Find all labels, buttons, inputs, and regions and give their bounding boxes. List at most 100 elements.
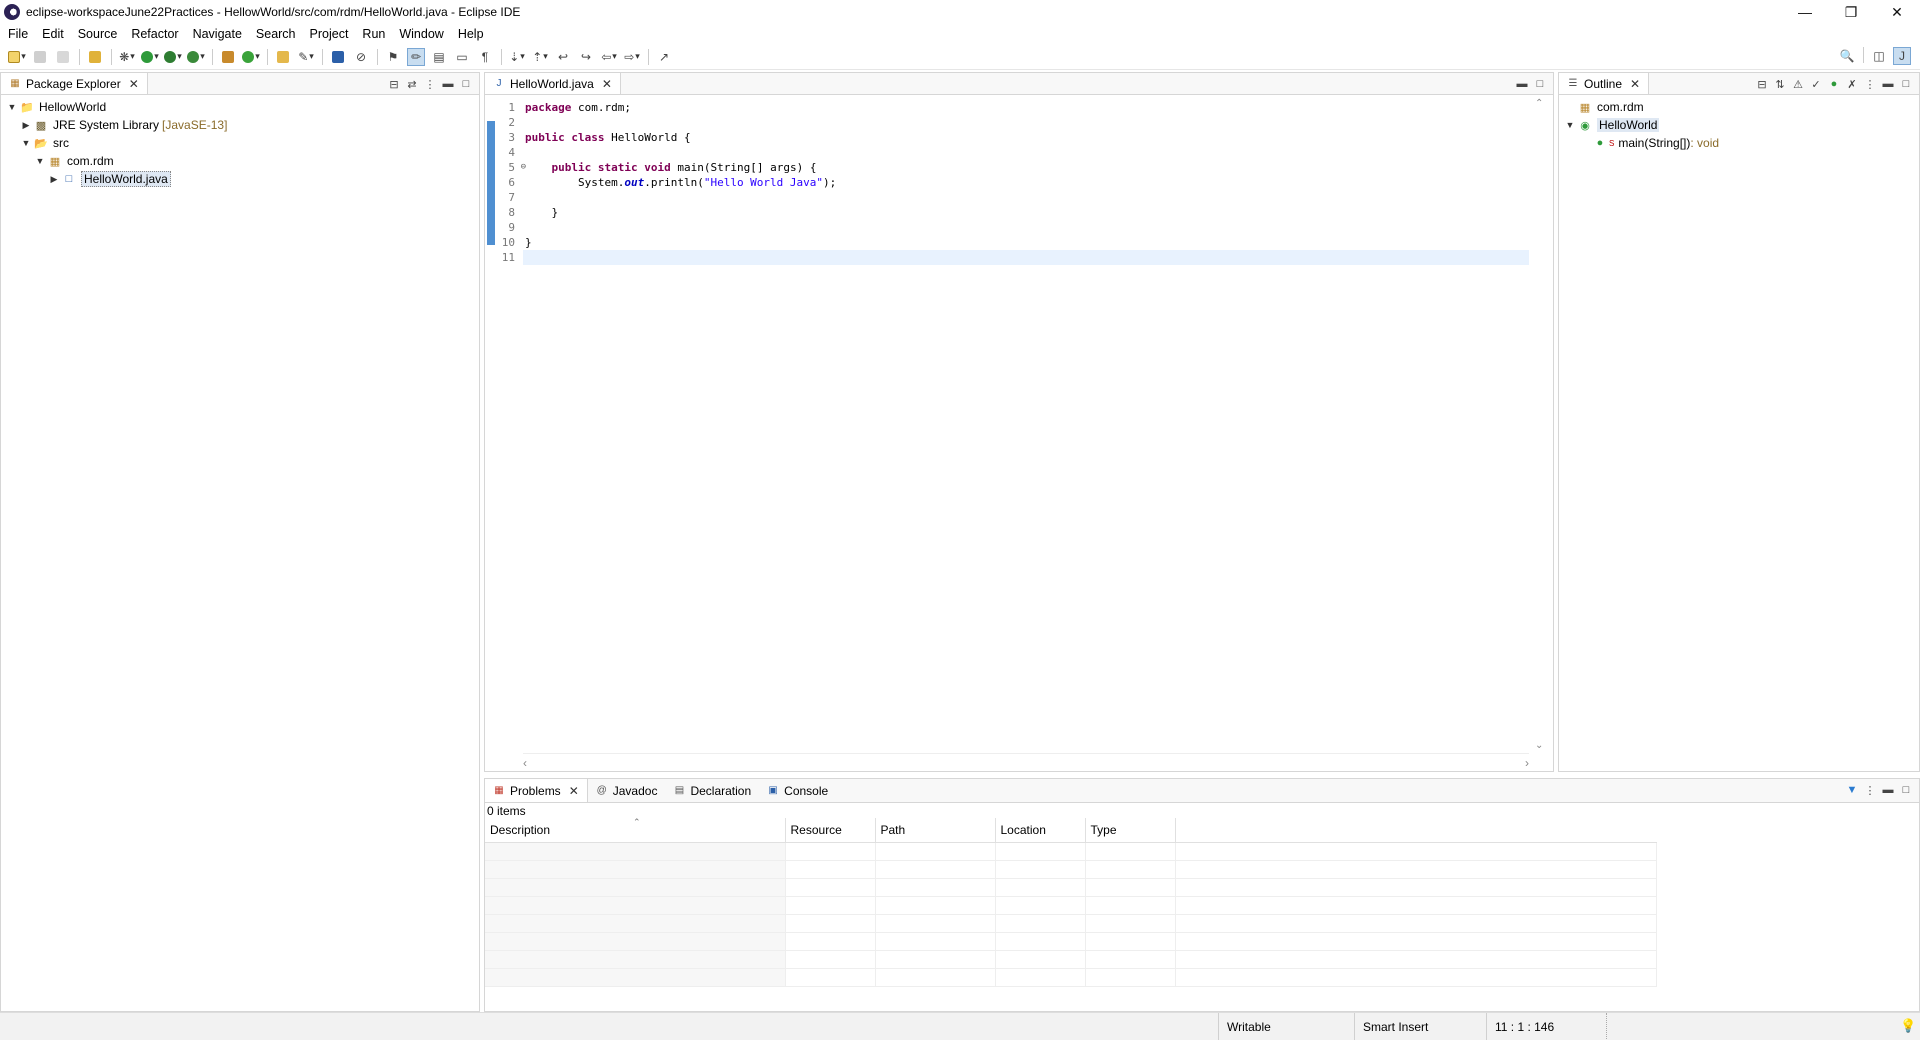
run-icon[interactable] (141, 48, 159, 66)
open-perspective-icon[interactable]: ◫ (1870, 47, 1888, 65)
tree-item-project[interactable]: ▼ 📁 HellowWorld (5, 98, 479, 116)
scroll-left-icon[interactable]: ‹ (523, 756, 527, 770)
menu-navigate[interactable]: Navigate (193, 27, 242, 41)
new-java-class-icon[interactable] (242, 48, 260, 66)
outline-item-class[interactable]: ▼ ◉ HelloWorld (1563, 116, 1919, 134)
hide-fields-icon[interactable]: ⚠ (1789, 76, 1807, 92)
chevron-down-icon[interactable]: ▼ (1563, 120, 1577, 130)
status-insert-mode[interactable]: Smart Insert (1354, 1013, 1486, 1040)
search-icon[interactable]: 🔍 (1838, 47, 1856, 65)
column-location[interactable]: Location (995, 818, 1086, 843)
column-path[interactable]: Path (875, 818, 996, 843)
menu-search[interactable]: Search (256, 27, 296, 41)
chevron-right-icon[interactable]: ▶ (19, 120, 33, 131)
horizontal-scrollbar[interactable]: ‹ › (523, 753, 1529, 771)
close-icon[interactable]: ✕ (1630, 77, 1640, 91)
external-tools-icon[interactable] (187, 48, 205, 66)
view-menu-icon[interactable]: ⋮ (421, 76, 439, 92)
minimize-view-icon[interactable]: ▬ (1879, 782, 1897, 798)
pin-editor-icon[interactable]: ↗ (655, 48, 673, 66)
column-type[interactable]: Type (1085, 818, 1176, 843)
code-editor[interactable]: 1 2 3 4 5 ⊖ 6 7 8 9 10 11 package com.rdm… (485, 96, 1529, 753)
tree-item-file[interactable]: ▶ □ HelloWorld.java (5, 170, 479, 188)
sort-icon[interactable]: ⇅ (1771, 76, 1789, 92)
mark-occurrences-icon[interactable]: ✏ (407, 47, 425, 66)
coverage-icon[interactable] (164, 48, 182, 66)
maximize-view-icon[interactable]: □ (1531, 76, 1549, 92)
collapse-all-icon[interactable]: ⊟ (1753, 76, 1771, 92)
close-icon[interactable]: ✕ (602, 77, 612, 91)
open-type-icon[interactable] (86, 48, 104, 66)
menu-help[interactable]: Help (458, 27, 484, 41)
restore-button[interactable]: ❐ (1828, 0, 1874, 24)
tab-declaration[interactable]: ▤ Declaration (665, 779, 759, 802)
tab-console[interactable]: ▣ Console (759, 779, 836, 802)
minimize-view-icon[interactable]: ▬ (439, 76, 457, 92)
debug-icon[interactable]: ❋ (118, 48, 136, 66)
outline-item-method[interactable]: ● S main(String[]) : void (1563, 134, 1919, 152)
maximize-view-icon[interactable]: □ (1897, 782, 1915, 798)
close-window-button[interactable]: ✕ (1874, 0, 1920, 24)
menu-project[interactable]: Project (310, 27, 349, 41)
open-folder-icon[interactable] (274, 48, 292, 66)
minimize-button[interactable]: — (1782, 0, 1828, 24)
back-icon[interactable]: ⇦ (600, 48, 618, 66)
minimize-view-icon[interactable]: ▬ (1513, 76, 1531, 92)
vertical-scrollbar[interactable]: ⌃ ⌄ (1529, 96, 1553, 753)
tip-lightbulb-icon[interactable]: 💡 (1900, 1018, 1916, 1034)
tree-item-package[interactable]: ▼ ▦ com.rdm (5, 152, 479, 170)
menu-refactor[interactable]: Refactor (131, 27, 178, 41)
maximize-view-icon[interactable]: □ (457, 76, 475, 92)
menu-window[interactable]: Window (399, 27, 443, 41)
previous-annotation-icon[interactable]: ⇡ (531, 48, 549, 66)
save-icon[interactable] (31, 48, 49, 66)
save-all-icon[interactable] (54, 48, 72, 66)
link-with-editor-icon[interactable]: ⇄ (403, 76, 421, 92)
minimize-view-icon[interactable]: ▬ (1879, 76, 1897, 92)
scroll-right-icon[interactable]: › (1525, 756, 1529, 770)
collapse-all-icon[interactable]: ⊟ (385, 76, 403, 92)
tab-helloworld-java[interactable]: J HelloWorld.java ✕ (485, 73, 621, 94)
hide-non-public-icon[interactable]: ● (1825, 76, 1843, 92)
column-description[interactable]: Description ⌃ (485, 817, 786, 843)
status-cursor-position[interactable]: 11 : 1 : 146 (1486, 1013, 1606, 1040)
chevron-down-icon[interactable]: ▼ (5, 102, 19, 112)
hide-local-types-icon[interactable]: ✗ (1843, 76, 1861, 92)
close-icon[interactable]: ✕ (569, 784, 579, 798)
menu-source[interactable]: Source (78, 27, 118, 41)
column-resource[interactable]: Resource (785, 818, 876, 843)
outline-item-package[interactable]: ▦ com.rdm (1563, 98, 1919, 116)
new-icon[interactable] (8, 48, 26, 66)
skip-breakpoints-icon[interactable]: ⊘ (352, 48, 370, 66)
scroll-up-icon[interactable]: ⌃ (1535, 98, 1543, 109)
block-selection-icon[interactable]: ▤ (430, 48, 448, 66)
terminal-icon[interactable] (329, 48, 347, 66)
menu-edit[interactable]: Edit (42, 27, 64, 41)
chevron-down-icon[interactable]: ▼ (33, 156, 47, 166)
code-text[interactable]: package com.rdm; public class HelloWorld… (523, 96, 1529, 265)
menu-file[interactable]: File (8, 27, 28, 41)
toggle-breadcrumb-icon[interactable]: ⚑ (384, 48, 402, 66)
tab-package-explorer[interactable]: ▦ Package Explorer ✕ (1, 73, 148, 94)
tree-item-jre[interactable]: ▶ ▩ JRE System Library [JavaSE-13] (5, 116, 479, 134)
show-whitespace-icon[interactable]: ▭ (453, 48, 471, 66)
maximize-view-icon[interactable]: □ (1897, 76, 1915, 92)
filter-icon[interactable]: ▼ (1843, 782, 1861, 798)
tab-outline[interactable]: ☰ Outline ✕ (1559, 73, 1650, 94)
search-tool-icon[interactable]: ✎ (297, 48, 315, 66)
next-annotation-icon[interactable]: ⇣ (508, 48, 526, 66)
menu-run[interactable]: Run (362, 27, 385, 41)
tree-item-src[interactable]: ▼ 📂 src (5, 134, 479, 152)
close-icon[interactable]: ✕ (129, 77, 139, 91)
scroll-down-icon[interactable]: ⌄ (1535, 740, 1543, 751)
tab-problems[interactable]: ▦ Problems ✕ (485, 779, 588, 802)
java-perspective-icon[interactable]: J (1893, 47, 1911, 65)
forward-icon[interactable]: ⇨ (623, 48, 641, 66)
chevron-down-icon[interactable]: ▼ (19, 138, 33, 148)
forward-edit-icon[interactable]: ↪ (577, 48, 595, 66)
chevron-right-icon[interactable]: ▶ (47, 174, 61, 185)
last-edit-location-icon[interactable]: ↩ (554, 48, 572, 66)
hide-static-icon[interactable]: ✓ (1807, 76, 1825, 92)
view-menu-icon[interactable]: ⋮ (1861, 76, 1879, 92)
pilcrow-icon[interactable]: ¶ (476, 48, 494, 66)
